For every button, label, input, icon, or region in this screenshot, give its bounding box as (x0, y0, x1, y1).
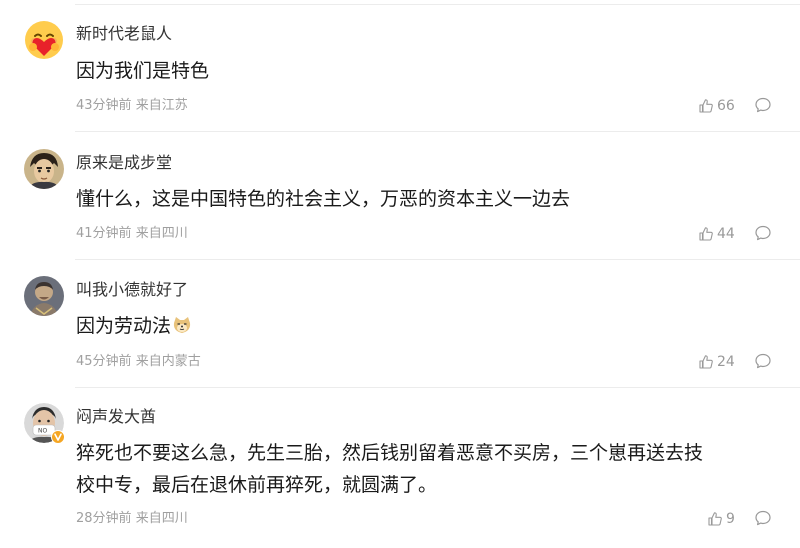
comment-text: 猝死也不要这么急，先生三胎，然后钱别留着恶意不买房，三个崽再送去技 校中专，最后… (76, 437, 776, 501)
comment-item: 叫我小德就好了 因为劳动法 45分钟前 来自内蒙古 24 (0, 276, 800, 386)
thumbs-up-icon (699, 355, 713, 369)
username[interactable]: 新时代老鼠人 (76, 22, 172, 46)
comment-time: 45分钟前 (76, 354, 132, 369)
comment-item: NO 闷声发大酋 猝死也不要这么急，先生三胎，然后钱别留着恶意不买房，三个崽再送… (0, 403, 800, 543)
doge-emoji-icon (173, 317, 191, 333)
comment-meta: 43分钟前 来自江苏 (76, 97, 188, 115)
top-divider (75, 4, 800, 5)
avatar[interactable] (24, 149, 64, 189)
reply-icon[interactable] (754, 352, 772, 370)
comment-text-line: 校中专，最后在退休前再猝死，就圆满了。 (76, 474, 438, 496)
comment-time: 41分钟前 (76, 226, 132, 241)
divider (75, 387, 800, 388)
thumbs-up-icon (699, 99, 713, 113)
verified-badge-icon (51, 430, 65, 444)
like-count: 9 (726, 511, 735, 527)
comment-text: 懂什么，这是中国特色的社会主义，万恶的资本主义一边去 (76, 188, 571, 210)
comment-time: 28分钟前 (76, 511, 132, 526)
comment-item: 新时代老鼠人 因为我们是特色 43分钟前 来自江苏 66 (0, 20, 800, 130)
divider (75, 131, 800, 132)
username[interactable]: 原来是成步堂 (76, 151, 172, 175)
reply-icon[interactable] (754, 224, 772, 242)
svg-text:NO: NO (38, 428, 47, 435)
portrait-avatar-icon (24, 276, 64, 316)
avatar[interactable]: NO (24, 403, 65, 444)
like-button[interactable]: 9 (707, 510, 735, 528)
heart-hug-emoji-icon (25, 21, 63, 59)
divider (75, 259, 800, 260)
avatar[interactable] (24, 20, 64, 60)
comment-text-line: 猝死也不要这么急，先生三胎，然后钱别留着恶意不买房，三个崽再送去技 (76, 442, 704, 464)
comment-meta: 41分钟前 来自四川 (76, 225, 188, 243)
like-button[interactable]: 66 (698, 97, 735, 115)
like-button[interactable]: 44 (698, 225, 735, 243)
like-count: 44 (717, 226, 735, 242)
reply-icon[interactable] (754, 96, 772, 114)
like-count: 66 (717, 98, 735, 114)
username[interactable]: 闷声发大酋 (76, 405, 156, 429)
like-count: 24 (717, 354, 735, 370)
thumbs-up-icon (708, 512, 722, 526)
comment-text-content: 因为劳动法 (76, 315, 172, 337)
comment-location: 来自四川 (135, 511, 188, 526)
comment-text: 因为我们是特色 (76, 60, 210, 82)
comment-location: 来自内蒙古 (135, 354, 201, 369)
reply-icon[interactable] (754, 509, 772, 527)
username[interactable]: 叫我小德就好了 (76, 278, 188, 302)
avatar[interactable] (24, 276, 64, 316)
anime-character-avatar-icon (24, 149, 64, 189)
thumbs-up-icon (699, 227, 713, 241)
comment-text: 因为劳动法 (76, 310, 776, 342)
comment-meta: 45分钟前 来自内蒙古 (76, 353, 201, 371)
comment-time: 43分钟前 (76, 98, 132, 113)
comment-item: 原来是成步堂 懂什么，这是中国特色的社会主义，万恶的资本主义一边去 41分钟前 … (0, 149, 800, 259)
like-button[interactable]: 24 (698, 353, 735, 371)
comment-meta: 28分钟前 来自四川 (76, 510, 188, 528)
comment-location: 来自四川 (135, 226, 188, 241)
comment-location: 来自江苏 (135, 98, 188, 113)
